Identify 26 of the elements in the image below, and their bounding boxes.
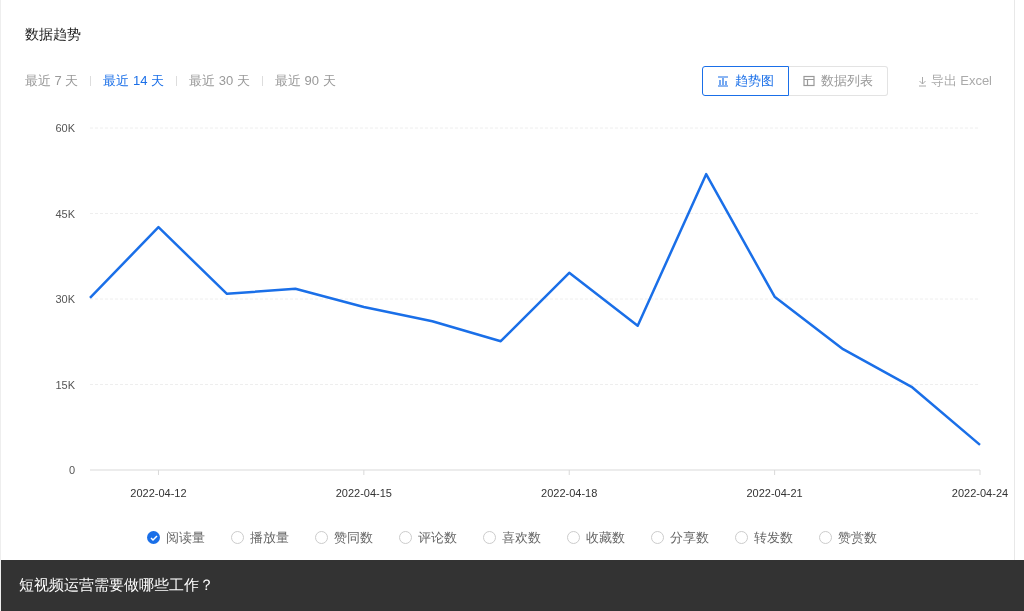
section-title: 数据趋势 <box>25 25 82 44</box>
chart-icon <box>716 75 729 87</box>
y-axis-label: 0 <box>68 464 75 476</box>
legend-item[interactable]: 转发数 <box>735 528 793 548</box>
caption-text: 短视频运营需要做哪些工作？ <box>19 575 214 596</box>
legend-item[interactable]: 评论数 <box>399 528 457 548</box>
view-toggle[interactable]: 趋势图 <box>701 66 789 96</box>
legend-item[interactable]: 分享数 <box>651 528 709 548</box>
legend-item[interactable]: 赞赏数 <box>819 528 877 548</box>
x-axis-label: 2022-04-18 <box>541 487 598 499</box>
legend-item[interactable]: 播放量 <box>231 528 289 548</box>
range-tab[interactable]: 最近 14 天 <box>103 71 165 91</box>
table-icon <box>802 75 815 87</box>
y-axis-label: 30K <box>55 293 75 305</box>
y-axis-label: 60K <box>55 122 75 134</box>
download-icon <box>917 75 927 87</box>
legend-item[interactable]: 喜欢数 <box>483 528 541 548</box>
x-axis-label: 2022-04-24 <box>951 487 1009 499</box>
legend-item[interactable]: 阅读量 <box>147 528 205 548</box>
legend-item[interactable]: 赞同数 <box>315 528 373 548</box>
x-axis-label: 2022-04-15 <box>335 487 392 499</box>
x-axis-label: 2022-04-21 <box>746 487 803 499</box>
legend-item[interactable]: 收藏数 <box>567 528 625 548</box>
x-axis-label: 2022-04-12 <box>130 487 187 499</box>
y-axis-label: 15K <box>55 378 75 391</box>
y-axis-label: 45K <box>55 207 75 220</box>
